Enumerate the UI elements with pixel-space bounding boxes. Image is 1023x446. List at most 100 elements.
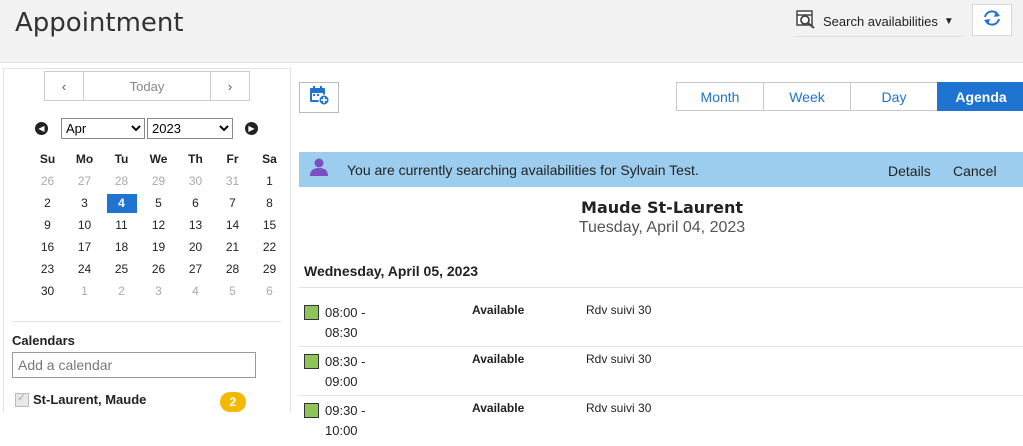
details-link[interactable]: Details — [888, 163, 931, 179]
date-navigation: ‹ Today › — [44, 71, 250, 101]
year-select[interactable]: 2023 — [147, 118, 233, 139]
search-availabilities-button[interactable]: Search availabilities ▼ — [795, 6, 963, 37]
calendar-day[interactable]: 20 — [177, 236, 214, 258]
divider — [299, 287, 1023, 288]
calendar-day[interactable]: 28 — [103, 170, 140, 192]
weekday-header: Tu — [114, 152, 129, 166]
calendar-day[interactable]: 6 — [177, 192, 214, 214]
mini-calendar: Su Mo Tu We Th Fr Sa 26 27 28 29 30 31 1 2 3 4 5 6 7 8 9 10 11… — [29, 148, 288, 302]
calendar-day[interactable]: 26 — [140, 258, 177, 280]
calendar-day[interactable]: 4 — [177, 280, 214, 302]
cancel-link[interactable]: Cancel — [953, 163, 997, 179]
tab-week[interactable]: Week — [763, 82, 851, 111]
calendar-day[interactable]: 28 — [214, 258, 251, 280]
calendar-day[interactable]: 13 — [177, 214, 214, 236]
calendar-item[interactable]: St-Laurent, Maude — [15, 391, 146, 407]
mini-calendar-header: ◀ Apr 2023 ▶ — [34, 118, 262, 140]
calendar-day[interactable]: 12 — [140, 214, 177, 236]
calendar-day[interactable]: 6 — [251, 280, 288, 302]
calendars-title: Calendars — [12, 333, 75, 348]
calendar-day[interactable]: 21 — [214, 236, 251, 258]
weekday-header: Sa — [262, 152, 277, 166]
calendar-day[interactable]: 3 — [66, 192, 103, 214]
calendar-day[interactable]: 22 — [251, 236, 288, 258]
slot-status: Available — [472, 303, 525, 317]
refresh-icon — [981, 9, 1003, 32]
add-calendar-input[interactable] — [12, 352, 256, 378]
refresh-button[interactable] — [972, 4, 1012, 36]
calendar-day[interactable]: 5 — [140, 192, 177, 214]
tab-day[interactable]: Day — [850, 82, 938, 111]
add-appointment-button[interactable] — [299, 82, 339, 113]
page-title: Appointment — [15, 8, 184, 38]
provider-name: Maude St-Laurent — [581, 198, 743, 217]
caret-down-icon: ▼ — [943, 15, 954, 27]
current-date: Tuesday, April 04, 2023 — [578, 219, 746, 236]
previous-button[interactable]: ‹ — [45, 72, 83, 100]
slot-time: 08:00 - 08:30 — [325, 305, 366, 340]
calendar-day[interactable]: 11 — [103, 214, 140, 236]
calendar-day[interactable]: 24 — [66, 258, 103, 280]
tab-agenda[interactable]: Agenda — [937, 82, 1023, 111]
calendar-day[interactable]: 1 — [66, 280, 103, 302]
search-calendar-icon — [795, 8, 817, 35]
calendar-day[interactable]: 7 — [214, 192, 251, 214]
calendar-day[interactable]: 26 — [29, 170, 66, 192]
divider — [299, 395, 1023, 396]
calendar-day[interactable]: 19 — [140, 236, 177, 258]
day-heading: Wednesday, April 05, 2023 — [304, 263, 479, 279]
agenda-slot[interactable]: 08:00 - 08:30 Available Rdv suivi 30 — [304, 300, 1023, 348]
view-switcher: Month Week Day Agenda — [676, 82, 1023, 111]
weekday-header: We — [149, 152, 168, 166]
calendar-day[interactable]: 18 — [103, 236, 140, 258]
selected-day[interactable]: 4 — [106, 193, 137, 213]
calendar-day[interactable]: 27 — [66, 170, 103, 192]
month-select[interactable]: Apr — [61, 118, 145, 139]
calendar-day[interactable]: 29 — [251, 258, 288, 280]
agenda-slot[interactable]: 09:30 - 10:00 Available Rdv suivi 30 — [304, 398, 1023, 446]
left-panel: ‹ Today › ◀ Apr 2023 ▶ Su Mo Tu We Th Fr Sa 26… — [3, 68, 291, 412]
calendar-day[interactable]: 23 — [29, 258, 66, 280]
divider — [11, 321, 281, 322]
calendar-day[interactable]: 30 — [29, 280, 66, 302]
available-color-swatch — [304, 354, 319, 369]
previous-month-icon[interactable]: ◀ — [35, 122, 48, 135]
calendar-day[interactable]: 25 — [103, 258, 140, 280]
calendar-day[interactable]: 5 — [214, 280, 251, 302]
calendar-day[interactable]: 10 — [66, 214, 103, 236]
calendar-day[interactable]: 29 — [140, 170, 177, 192]
calendar-day[interactable]: 17 — [66, 236, 103, 258]
slot-status: Available — [472, 401, 525, 415]
calendar-day[interactable]: 4 — [103, 192, 140, 214]
slot-time: 09:30 - 10:00 — [325, 403, 366, 438]
slot-type: Rdv suivi 30 — [586, 401, 652, 415]
weekday-header: Th — [188, 152, 203, 166]
next-month-icon[interactable]: ▶ — [245, 122, 258, 135]
calendar-day[interactable]: 2 — [103, 280, 140, 302]
calendar-day[interactable]: 15 — [251, 214, 288, 236]
slot-type: Rdv suivi 30 — [586, 352, 652, 366]
divider — [299, 346, 1023, 347]
calendar-day[interactable]: 2 — [29, 192, 66, 214]
calendar-day[interactable]: 16 — [29, 236, 66, 258]
user-icon — [309, 157, 329, 182]
agenda-slot[interactable]: 08:30 - 09:00 Available Rdv suivi 30 — [304, 349, 1023, 397]
slot-status: Available — [472, 352, 525, 366]
calendar-day[interactable]: 3 — [140, 280, 177, 302]
calendar-checkbox[interactable] — [15, 391, 29, 407]
next-button[interactable]: › — [211, 72, 249, 100]
calendar-day[interactable]: 27 — [177, 258, 214, 280]
available-color-swatch — [304, 305, 319, 320]
search-banner: You are currently searching availabiliti… — [299, 152, 1023, 187]
search-availabilities-label: Search availabilities — [823, 13, 938, 29]
tab-month[interactable]: Month — [676, 82, 764, 111]
calendar-day[interactable]: 8 — [251, 192, 288, 214]
calendar-day[interactable]: 9 — [29, 214, 66, 236]
calendar-day[interactable]: 14 — [214, 214, 251, 236]
calendar-day[interactable]: 30 — [177, 170, 214, 192]
weekday-header: Mo — [75, 152, 94, 166]
calendar-day[interactable]: 1 — [251, 170, 288, 192]
top-bar: Appointment Search availabilities ▼ — [0, 0, 1023, 63]
today-button[interactable]: Today — [83, 72, 211, 100]
calendar-day[interactable]: 31 — [214, 170, 251, 192]
